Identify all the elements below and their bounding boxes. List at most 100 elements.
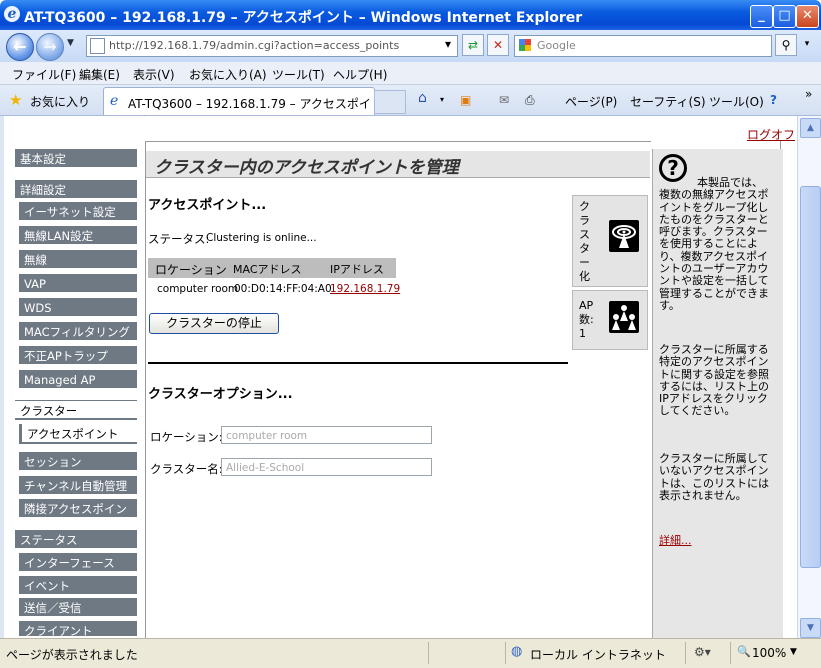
sidebar-item-radio[interactable]: 無線: [19, 250, 137, 270]
sidebar-item-traffic[interactable]: 送信／受信: [19, 598, 137, 618]
logoff-link[interactable]: ログオフ: [747, 126, 795, 143]
sidebar-item-rogue-ap[interactable]: 不正APトラップ: [19, 346, 137, 366]
cluster-name-field[interactable]: Allied-E-School: [221, 458, 432, 476]
cluster-options-title: クラスターオプション...: [148, 387, 293, 402]
google-icon: [519, 39, 531, 51]
print-icon[interactable]: ⎙: [525, 93, 535, 108]
help-text-intro: 本製品では、複数の無線アクセスポイントをグループ化したものをクラスターと呼びます…: [659, 176, 769, 312]
status-separator: [685, 642, 686, 664]
mail-icon[interactable]: ✉: [499, 93, 509, 107]
scroll-up-button[interactable]: ▲: [800, 118, 821, 138]
sidebar-item-session[interactable]: セッション: [19, 452, 137, 472]
col-mac: MACアドレス: [233, 263, 302, 276]
chevron-right-icon[interactable]: »: [805, 87, 812, 101]
browser-tab[interactable]: e AT-TQ3600 – 192.168.1.79 – アクセスポイント: [103, 87, 375, 128]
sidebar-item-access-point[interactable]: アクセスポイント: [19, 424, 137, 444]
menu-file[interactable]: ファイル(F): [12, 66, 76, 83]
tools-menu[interactable]: ツール(O): [709, 93, 764, 110]
page-icon: [90, 38, 105, 54]
sidebar-basic[interactable]: 基本設定: [15, 149, 137, 169]
sidebar-item-wlan[interactable]: 無線LAN設定: [19, 226, 137, 246]
intranet-globe-icon: ◍: [511, 644, 523, 659]
status-separator: [730, 642, 731, 664]
menu-edit[interactable]: 編集(E): [79, 66, 120, 83]
search-dropdown-icon[interactable]: ▾: [797, 34, 817, 54]
zoom-level[interactable]: 100%: [752, 646, 786, 660]
status-separator: [428, 642, 429, 664]
menu-favorites[interactable]: お気に入り(A): [189, 66, 267, 83]
feeds-icon[interactable]: ▣: [460, 93, 471, 107]
window-title-bar: e AT-TQ3600 – 192.168.1.79 – アクセスポイント – …: [0, 0, 821, 30]
menu-help[interactable]: ヘルプ(H): [333, 66, 387, 83]
sidebar-item-wds[interactable]: WDS: [19, 298, 137, 318]
page-header: クラスター内のアクセスポイントを管理: [146, 151, 650, 178]
sidebar-item-ethernet[interactable]: イーサネット設定: [19, 202, 137, 222]
wireless-cluster-icon: [609, 220, 639, 252]
sidebar-item-clients[interactable]: クライアント: [19, 621, 137, 638]
scroll-down-button[interactable]: ▼: [800, 618, 821, 638]
stop-button[interactable]: ✕: [487, 34, 509, 56]
help-text-ip: クラスターに所属する特定のアクセスポイントに関する設定を参照するには、リスト上の…: [659, 343, 769, 418]
row-mac: 00:D0:14:FF:04:A0: [234, 283, 332, 295]
status-separator: [505, 642, 506, 664]
help-icon[interactable]: ?: [770, 93, 777, 107]
scroll-thumb[interactable]: [800, 186, 821, 568]
close-button[interactable]: ✕: [796, 5, 819, 28]
vertical-scrollbar[interactable]: ▲ ▼: [797, 116, 821, 638]
help-text-notlisted: クラスターに所属していないアクセスポイントは、このリストには表示されません。: [659, 452, 769, 502]
access-points-icon: [609, 301, 639, 333]
window-title: AT-TQ3600 – 192.168.1.79 – アクセスポイント – Wi…: [24, 10, 583, 26]
location-field[interactable]: computer room: [221, 426, 432, 444]
sidebar-item-events[interactable]: イベント: [19, 576, 137, 596]
tab-ie-icon: e: [110, 93, 119, 109]
row-location: computer room: [157, 283, 239, 295]
status-label: ステータス:: [148, 232, 210, 246]
ap-count-label: AP数:: [579, 299, 594, 326]
location-label: ロケーション:: [150, 430, 223, 444]
sidebar-item-auto-channel[interactable]: チャンネル自動管理: [19, 476, 137, 496]
zoom-dropdown-icon[interactable]: ▼: [790, 647, 797, 657]
ap-section-title: アクセスポイント...: [148, 198, 267, 213]
col-ip: IPアドレス: [330, 263, 384, 276]
forward-button[interactable]: →: [36, 33, 64, 61]
sidebar-status[interactable]: ステータス: [15, 530, 137, 550]
menu-tools[interactable]: ツール(T): [272, 66, 325, 83]
refresh-button[interactable]: ⇄: [462, 34, 484, 56]
new-tab-button[interactable]: [374, 90, 406, 114]
sidebar-item-vap[interactable]: VAP: [19, 274, 137, 294]
ie-logo-icon: e: [4, 6, 20, 22]
sidebar-item-interface[interactable]: インターフェース: [19, 553, 137, 573]
protected-mode-icon[interactable]: ⚙▾: [694, 645, 711, 659]
page-menu[interactable]: ページ(P): [565, 93, 617, 110]
address-toolbar: ← → ▼ http://192.168.1.79/admin.cgi?acti…: [0, 30, 821, 62]
favorites-button[interactable]: お気に入り: [30, 93, 90, 110]
search-input[interactable]: Google: [514, 35, 772, 57]
address-url: http://192.168.1.79/admin.cgi?action=acc…: [109, 39, 400, 52]
favorites-star-icon[interactable]: ★: [9, 91, 22, 109]
row-ip-link[interactable]: 192.168.1.79: [330, 283, 400, 295]
ap-count-box: AP数: 1: [572, 290, 648, 350]
zoom-icon: 🔍: [737, 645, 751, 658]
back-button[interactable]: ←: [6, 33, 34, 61]
ap-count-value: 1: [579, 327, 586, 340]
sidebar-item-mac-filter[interactable]: MACフィルタリング: [19, 322, 137, 342]
home-dropdown-icon[interactable]: ▾: [440, 95, 444, 104]
maximize-button[interactable]: □: [773, 5, 796, 28]
section-divider: [148, 362, 568, 364]
sidebar-cluster[interactable]: クラスター: [15, 400, 137, 420]
safety-menu[interactable]: セーフティ(S): [630, 93, 706, 110]
sidebar-advanced[interactable]: 詳細設定: [15, 180, 137, 200]
history-dropdown-icon[interactable]: ▼: [67, 38, 74, 48]
sidebar-item-neighbor-ap[interactable]: 隣接アクセスポイント: [19, 499, 137, 536]
address-dropdown-icon[interactable]: ▾: [438, 34, 458, 54]
menu-view[interactable]: 表示(V): [133, 66, 175, 83]
clustering-box: クラスター化: [572, 195, 648, 287]
stop-cluster-button[interactable]: クラスターの停止: [149, 313, 279, 334]
status-value: Clustering is online...: [206, 232, 317, 244]
help-more-link[interactable]: 詳細...: [659, 532, 692, 548]
home-icon[interactable]: ⌂: [418, 90, 427, 106]
sidebar-item-managed-ap[interactable]: Managed AP: [19, 370, 137, 390]
minimize-button[interactable]: _: [750, 5, 773, 28]
search-button[interactable]: ⚲: [775, 34, 797, 56]
address-bar[interactable]: http://192.168.1.79/admin.cgi?action=acc…: [86, 35, 458, 57]
